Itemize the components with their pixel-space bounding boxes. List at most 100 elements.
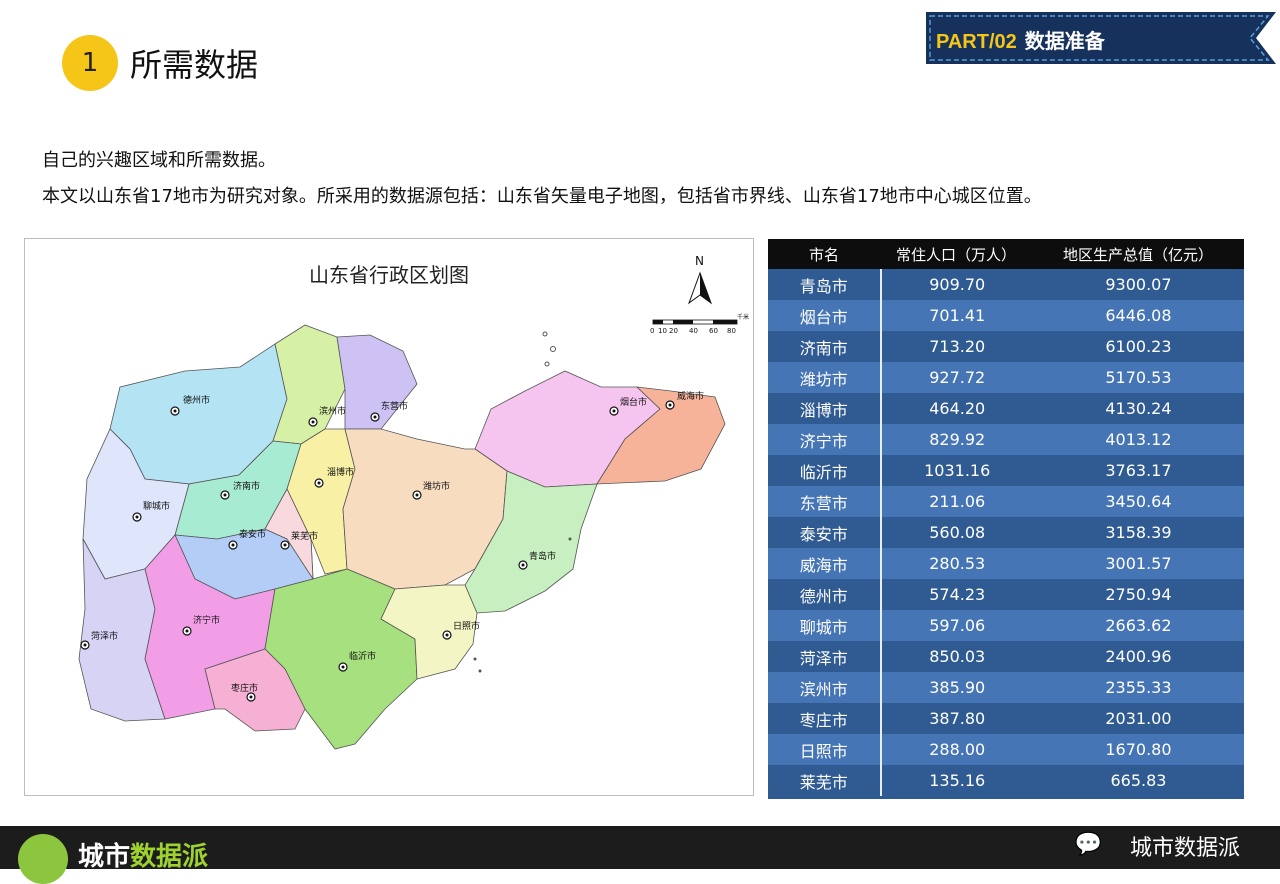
city-label-weifang: 潍坊市 xyxy=(423,480,450,492)
cell-city: 济宁市 xyxy=(768,424,882,455)
city-label-zaozhuang: 枣庄市 xyxy=(231,682,258,694)
city-label-yantai: 烟台市 xyxy=(620,396,647,408)
city-label-dezhou: 德州市 xyxy=(183,394,210,406)
cell-gdp: 3763.17 xyxy=(1105,461,1172,480)
cell-gdp: 2663.62 xyxy=(1105,616,1172,635)
cell-gdp: 9300.07 xyxy=(1105,275,1172,294)
table-row: 临沂市 1031.16 3763.17 xyxy=(768,455,1244,486)
cell-gdp: 4130.24 xyxy=(1105,399,1172,418)
cell-population: 850.03 xyxy=(929,647,986,666)
cell-city: 莱芜市 xyxy=(768,765,882,796)
cell-city: 青岛市 xyxy=(768,269,882,300)
wechat-icon: 💬 xyxy=(1074,832,1102,857)
cell-city: 济南市 xyxy=(768,331,882,362)
map-canvas: 德州市 滨州市 东营市 烟台市 威海市 济南市 淄博市 潍坊市 聊城市 泰安市 … xyxy=(78,254,749,750)
scale-tick-40: 40 xyxy=(689,327,698,335)
city-label-dongying: 东营市 xyxy=(381,400,408,412)
cell-population: 713.20 xyxy=(929,337,986,356)
cell-city: 威海市 xyxy=(768,548,882,579)
cell-gdp: 6100.23 xyxy=(1105,337,1172,356)
table-row: 淄博市 464.20 4130.24 xyxy=(768,393,1244,424)
page-title: 所需数据 xyxy=(130,46,259,84)
header-gdp: 地区生产总值（亿元） xyxy=(1062,245,1213,264)
brand-part-1: 城市 xyxy=(78,842,131,872)
cell-population: 597.06 xyxy=(929,616,986,635)
city-label-qingdao: 青岛市 xyxy=(529,550,556,562)
scale-tick-10: 10 xyxy=(658,327,667,335)
cell-gdp: 4013.12 xyxy=(1105,430,1172,449)
cell-gdp: 2031.00 xyxy=(1105,709,1172,728)
cell-population: 574.23 xyxy=(929,585,986,604)
cell-city: 德州市 xyxy=(768,579,882,610)
cell-population: 829.92 xyxy=(929,430,986,449)
province-map: 山东省行政区划图 德州市 滨州市 东营市 烟台市 威海市 济南市 淄博市 潍坊市… xyxy=(24,238,754,796)
cell-gdp: 3001.57 xyxy=(1105,554,1172,573)
table-row: 德州市 574.23 2750.94 xyxy=(768,579,1244,610)
cell-city: 日照市 xyxy=(768,734,882,765)
part-label: PART/02 数据准备 xyxy=(936,25,1105,54)
city-label-weihai: 威海市 xyxy=(677,390,704,402)
cell-city: 泰安市 xyxy=(768,517,882,548)
city-label-rizhao: 日照市 xyxy=(453,620,480,632)
cell-population: 1031.16 xyxy=(924,461,991,480)
table-row: 威海市 280.53 3001.57 xyxy=(768,548,1244,579)
cell-population: 464.20 xyxy=(929,399,986,418)
table-row: 潍坊市 927.72 5170.53 xyxy=(768,362,1244,393)
brand-logo-icon xyxy=(18,834,68,884)
cell-gdp: 2355.33 xyxy=(1105,678,1172,697)
header-population: 常住人口（万人） xyxy=(895,245,1016,264)
table-row: 日照市 288.00 1670.80 xyxy=(768,734,1244,765)
cell-population: 909.70 xyxy=(929,275,986,294)
cell-city: 烟台市 xyxy=(768,300,882,331)
cell-population: 288.00 xyxy=(929,740,986,759)
cell-city: 潍坊市 xyxy=(768,362,882,393)
table-row: 东营市 211.06 3450.64 xyxy=(768,486,1244,517)
scale-tick-60: 60 xyxy=(709,327,718,335)
table-row: 聊城市 597.06 2663.62 xyxy=(768,610,1244,641)
table-row: 青岛市 909.70 9300.07 xyxy=(768,269,1244,300)
table-row: 济南市 713.20 6100.23 xyxy=(768,331,1244,362)
cell-population: 387.80 xyxy=(929,709,986,728)
cell-city: 淄博市 xyxy=(768,393,882,424)
cell-population: 280.53 xyxy=(929,554,986,573)
region-binzhou xyxy=(272,324,346,445)
cell-city: 聊城市 xyxy=(768,610,882,641)
cell-city: 临沂市 xyxy=(768,455,882,486)
city-label-liaocheng: 聊城市 xyxy=(143,500,170,512)
footer-bar: 城市数据派 💬 城市数据派 xyxy=(0,826,1280,884)
cell-gdp: 5170.53 xyxy=(1105,368,1172,387)
cell-city: 滨州市 xyxy=(768,672,882,703)
scale-bar: 0 10 20 40 60 80 千米 xyxy=(650,313,749,335)
north-arrow-icon: N xyxy=(687,254,713,305)
cell-gdp: 665.83 xyxy=(1110,771,1167,790)
intro-line-1: 自己的兴趣区域和所需数据。 xyxy=(42,150,276,171)
cell-city: 东营市 xyxy=(768,486,882,517)
table-row: 枣庄市 387.80 2031.00 xyxy=(768,703,1244,734)
table-row: 菏泽市 850.03 2400.96 xyxy=(768,641,1244,672)
city-label-binzhou: 滨州市 xyxy=(319,405,346,417)
cell-gdp: 6446.08 xyxy=(1105,306,1172,325)
cell-city: 枣庄市 xyxy=(768,703,882,734)
table-row: 莱芜市 135.16 665.83 xyxy=(768,765,1244,796)
city-label-taian: 泰安市 xyxy=(239,528,266,540)
scale-tick-0: 0 xyxy=(650,327,654,335)
table-row: 滨州市 385.90 2355.33 xyxy=(768,672,1244,703)
cell-population: 701.41 xyxy=(929,306,986,325)
scale-tick-20: 20 xyxy=(669,327,678,335)
table-body: 青岛市 909.70 9300.07 烟台市 701.41 6446.08 济南市 713.2… xyxy=(768,269,1244,796)
section-number: 1 xyxy=(81,48,99,78)
section-number-badge: 1 xyxy=(62,35,118,91)
city-label-laiwu: 莱芜市 xyxy=(291,530,318,542)
cell-gdp: 3158.39 xyxy=(1105,523,1172,542)
city-label-heze: 菏泽市 xyxy=(91,630,118,642)
part-title: 数据准备 xyxy=(1024,31,1105,53)
cell-gdp: 2750.94 xyxy=(1105,585,1172,604)
city-label-jinan: 济南市 xyxy=(233,480,260,492)
cell-population: 560.08 xyxy=(929,523,986,542)
cell-gdp: 1670.80 xyxy=(1105,740,1172,759)
cell-gdp: 2400.96 xyxy=(1105,647,1172,666)
cell-gdp: 3450.64 xyxy=(1105,492,1172,511)
cell-population: 135.16 xyxy=(929,771,986,790)
part-banner: PART/02 数据准备 xyxy=(926,12,1276,64)
city-label-linyi: 临沂市 xyxy=(349,650,376,662)
